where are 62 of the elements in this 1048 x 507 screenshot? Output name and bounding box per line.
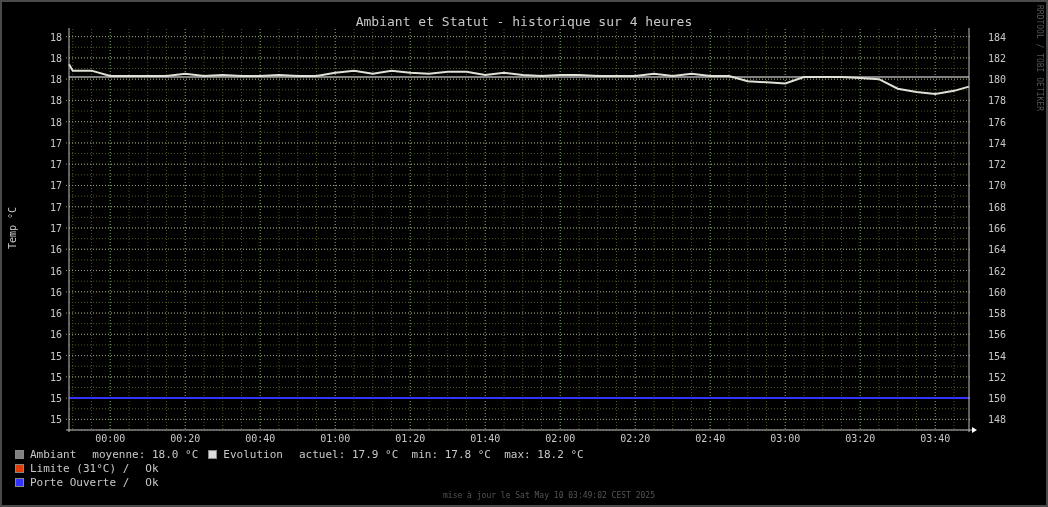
legend-value: moyenne: 18.0 °C bbox=[92, 448, 199, 461]
y-tick-label: 150 bbox=[988, 393, 1007, 405]
y-tick-label: 182 bbox=[988, 52, 1007, 64]
y-tick-label: 16 bbox=[49, 308, 62, 320]
y-tick-label: 174 bbox=[988, 137, 1007, 149]
y-tick-label: 154 bbox=[988, 350, 1007, 362]
chart-title: Ambiant et Statut - historique sur 4 heures bbox=[355, 15, 693, 28]
legend-label: Limite (31°C) / bbox=[30, 462, 130, 475]
legend-value: Ok bbox=[145, 462, 159, 475]
y-tick-label: 16 bbox=[49, 265, 62, 277]
y-tick-label: 158 bbox=[988, 308, 1007, 320]
update-timestamp: mise à jour le Sat May 10 03:49:02 CEST 2025 bbox=[443, 492, 655, 500]
x-tick-label: 01:00 bbox=[320, 433, 351, 444]
y-tick-label: 18 bbox=[49, 31, 62, 43]
y-tick-label: 17 bbox=[49, 180, 62, 192]
x-tick-label: 02:40 bbox=[695, 433, 726, 444]
y-tick-label: 176 bbox=[988, 116, 1007, 128]
y-tick-label: 160 bbox=[988, 286, 1007, 298]
x-tick-label: 00:00 bbox=[95, 433, 126, 444]
y-tick-label: 17 bbox=[49, 137, 62, 149]
x-tick-label: 02:20 bbox=[620, 433, 651, 444]
legend-label: Porte Ouverte / bbox=[30, 476, 130, 489]
y-tick-label: 15 bbox=[49, 414, 62, 426]
side-credit: RRDTOOL / TOBI OETIKER bbox=[1035, 5, 1043, 111]
y-tick-label: 170 bbox=[988, 180, 1007, 192]
y-tick-label: 166 bbox=[988, 223, 1007, 234]
y-tick-label: 15 bbox=[49, 393, 62, 405]
y-tick-label: 15 bbox=[49, 350, 62, 362]
legend-label: Ambiant bbox=[30, 448, 77, 461]
y-tick-label: 16 bbox=[49, 329, 62, 341]
y-tick-label: 18 bbox=[49, 116, 62, 128]
y-tick-label: 162 bbox=[988, 265, 1007, 277]
x-tick-label: 03:00 bbox=[770, 433, 801, 444]
x-tick-label: 02:00 bbox=[545, 433, 576, 444]
y-tick-label: 164 bbox=[988, 244, 1007, 256]
y-tick-label: 148 bbox=[988, 414, 1007, 426]
y-tick-label: 156 bbox=[988, 329, 1007, 341]
y-tick-label: 17 bbox=[49, 201, 62, 213]
y-tick-label: 18 bbox=[49, 74, 62, 86]
legend-label: Evolution bbox=[223, 448, 283, 461]
legend-value: Ok bbox=[145, 476, 159, 489]
x-tick-label: 03:20 bbox=[845, 433, 876, 444]
x-tick-label: 01:20 bbox=[395, 433, 426, 444]
legend-value: actuel: 17.9 °C min: 17.8 °C max: 18.2 °C bbox=[298, 448, 584, 461]
y-tick-label: 18 bbox=[49, 95, 62, 107]
y-tick-label: 178 bbox=[988, 95, 1007, 107]
x-tick-label: 00:20 bbox=[170, 433, 201, 444]
x-tick-label: 00:40 bbox=[245, 433, 276, 444]
y-tick-label: 18 bbox=[49, 52, 62, 64]
y-tick-label: 16 bbox=[49, 286, 62, 298]
y-tick-label: 184 bbox=[988, 31, 1007, 43]
y-tick-label: 16 bbox=[49, 244, 62, 256]
y-axis-title: Temp °C bbox=[7, 206, 18, 250]
y-tick-label: 152 bbox=[988, 371, 1007, 383]
y-tick-label: 17 bbox=[49, 223, 62, 234]
x-tick-label: 01:40 bbox=[470, 433, 501, 444]
x-tick-label: 03:40 bbox=[920, 433, 951, 444]
y-tick-label: 17 bbox=[49, 159, 62, 171]
y-tick-label: 15 bbox=[49, 371, 62, 383]
y-tick-label: 172 bbox=[988, 159, 1007, 171]
y-tick-label: 168 bbox=[988, 201, 1007, 213]
y-tick-label: 180 bbox=[988, 74, 1007, 86]
